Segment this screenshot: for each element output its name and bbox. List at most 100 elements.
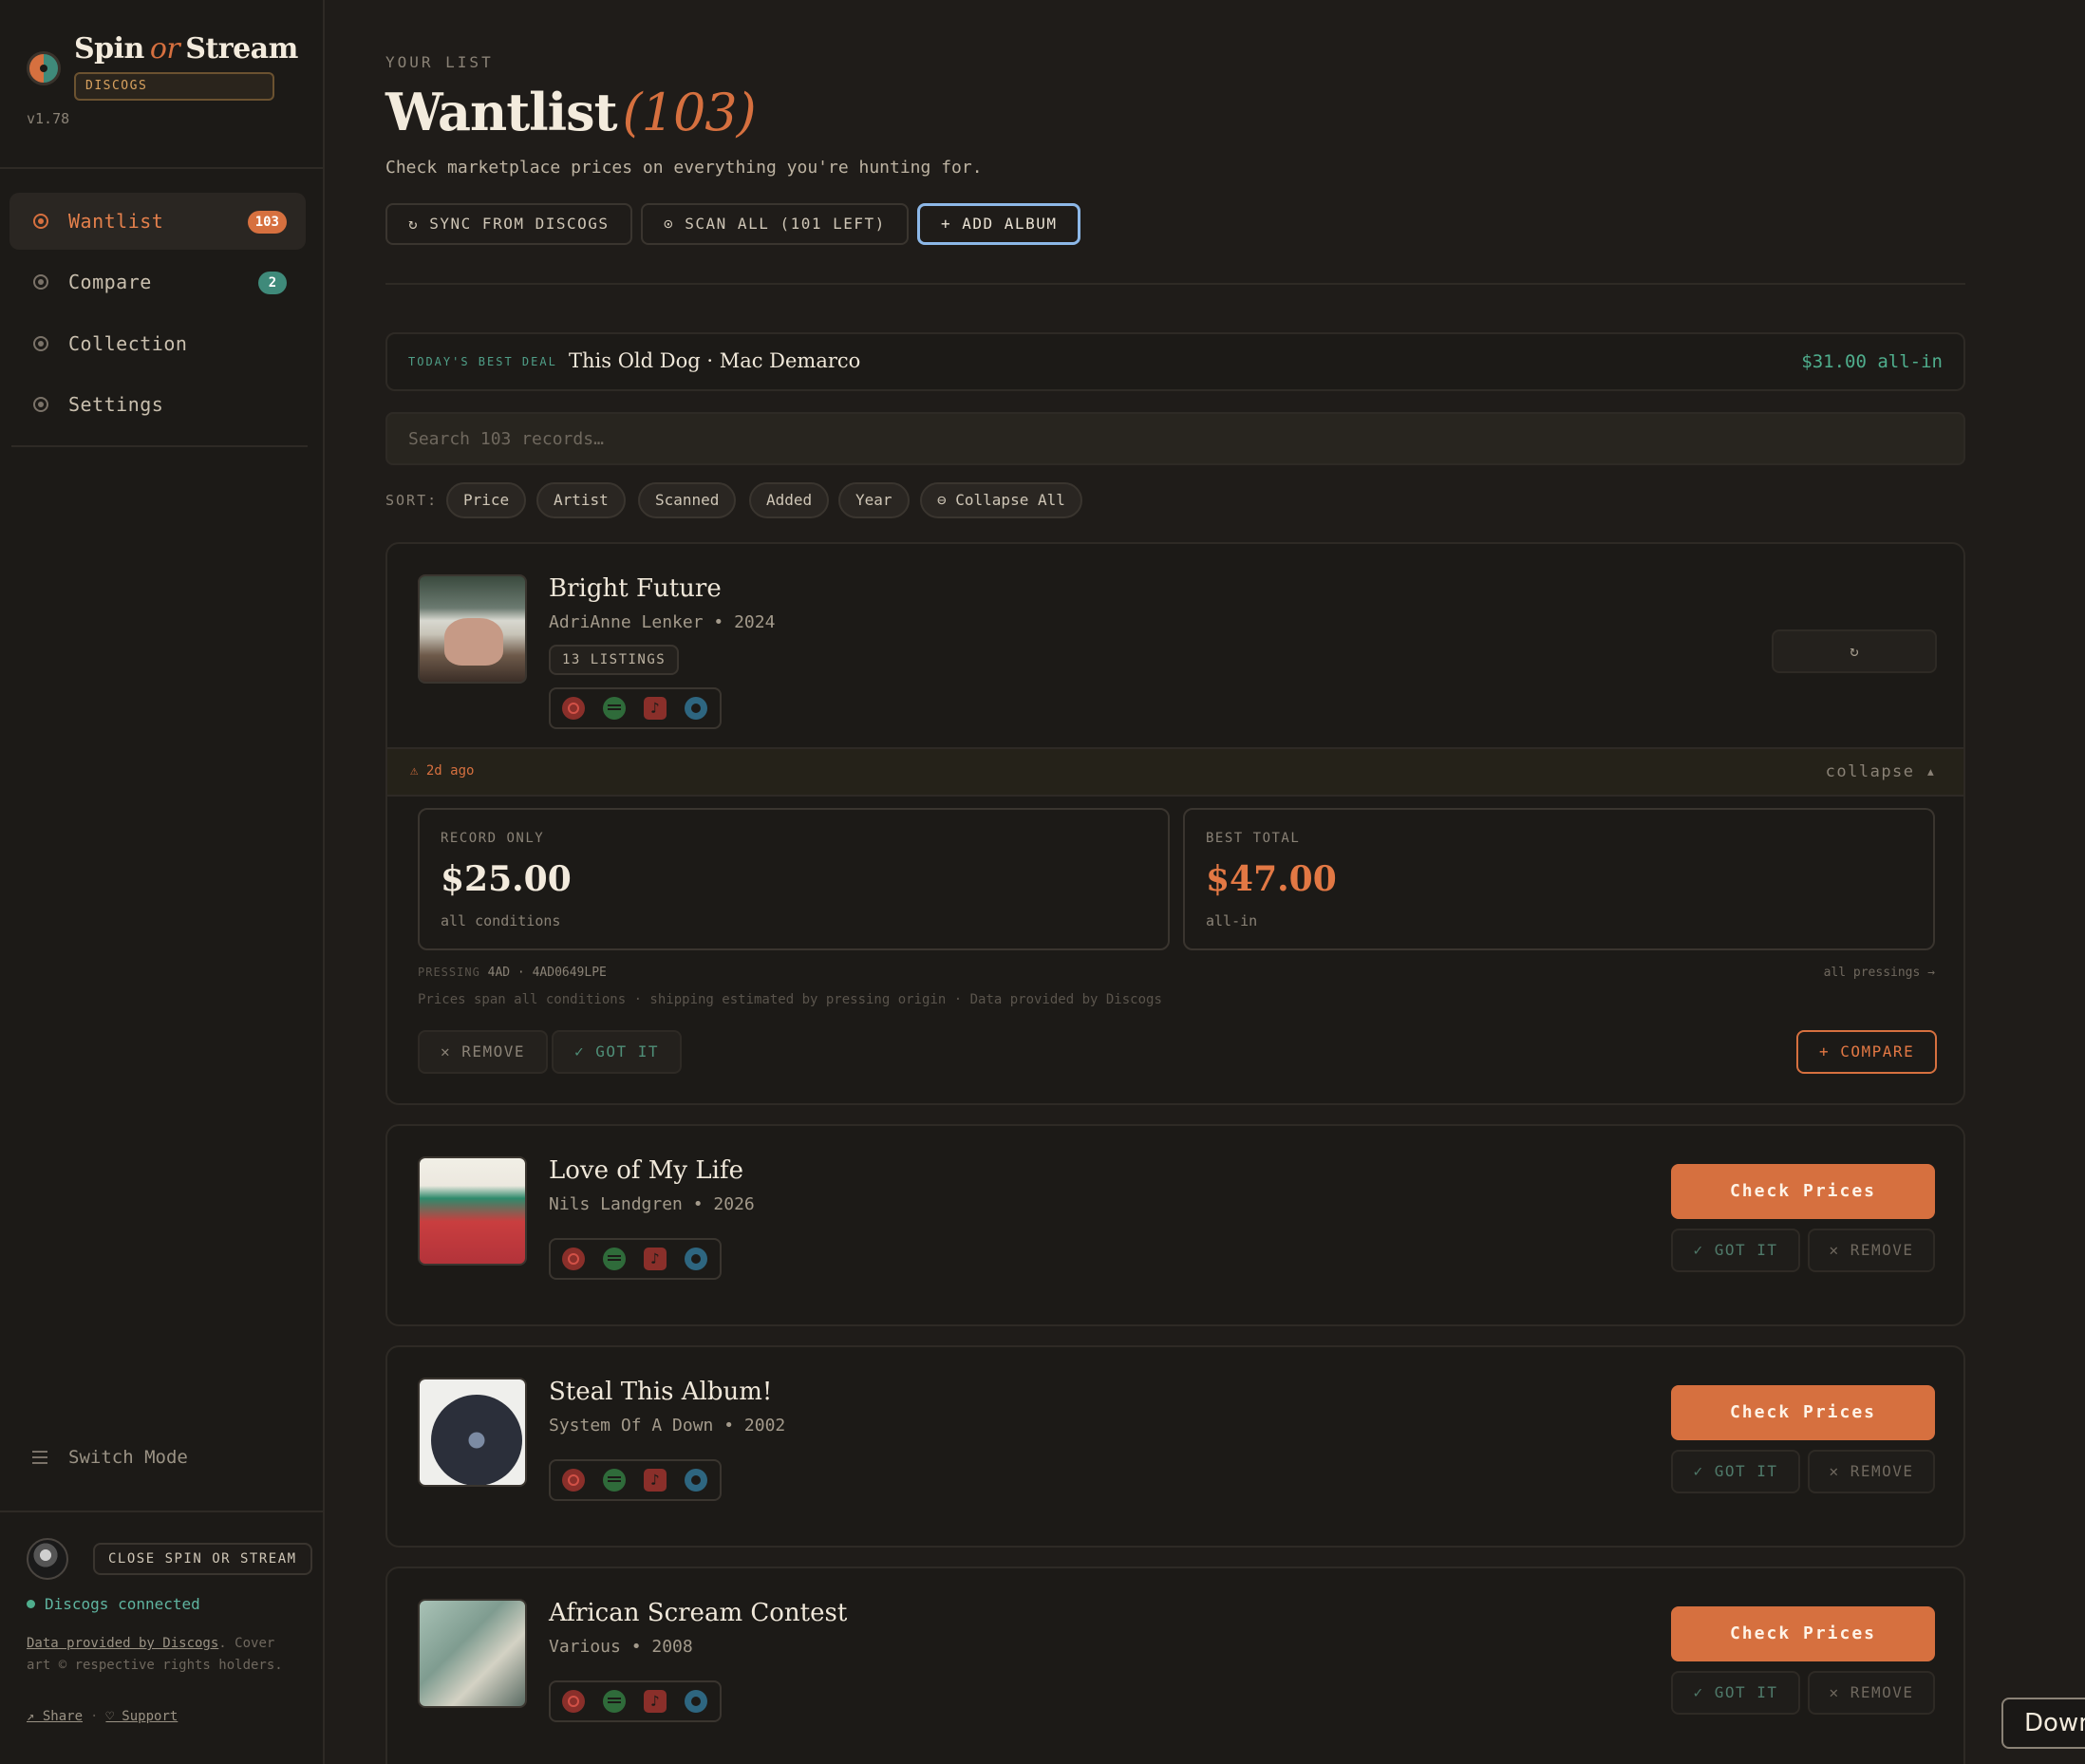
nav-label: Settings [68,393,164,416]
close-app-button[interactable]: CLOSE SPIN OR STREAM [93,1543,312,1575]
collapse-all-chip[interactable]: ⊖ Collapse All [920,482,1082,518]
album-cover[interactable] [418,574,527,684]
gear-icon [33,397,48,412]
listings-badge[interactable]: 13 LISTINGS [549,645,680,675]
check-prices-button[interactable]: Check Prices [1671,1606,1935,1661]
sort-scanned-chip[interactable]: Scanned [638,482,737,518]
got-it-button[interactable]: ✓ GOT IT [1671,1450,1800,1493]
app-title: Spin or Stream [74,32,298,66]
discogs-icon[interactable] [685,1248,707,1270]
record-icon [33,336,48,351]
discogs-icon[interactable] [685,1690,707,1713]
menu-icon [32,1451,47,1464]
nav-label: Compare [68,271,152,293]
discogs-icon[interactable] [685,697,707,720]
album-card: Steal This Album! System Of A Down • 200… [385,1345,1965,1548]
apple-music-icon[interactable] [644,1690,667,1713]
check-prices-button[interactable]: Check Prices [1671,1385,1935,1440]
scan-all-button[interactable]: ⊙ SCAN ALL (101 LEFT) [641,203,909,245]
divider [11,445,308,447]
apple-music-icon[interactable] [644,1248,667,1270]
apple-music-icon[interactable] [644,697,667,720]
sort-artist-chip[interactable]: Artist [536,482,626,518]
refresh-button[interactable]: ↻ [1772,629,1937,673]
album-cover[interactable] [418,1599,527,1708]
status-dot-icon [27,1600,35,1608]
got-it-button[interactable]: ✓ GOT IT [1671,1229,1800,1272]
spotify-icon[interactable] [603,1248,626,1270]
apple-music-icon[interactable] [644,1469,667,1492]
price-sub: all conditions [441,912,561,929]
page-eyebrow: YOUR LIST [385,53,494,71]
album-cover[interactable] [418,1378,527,1487]
deal-tag: TODAY'S BEST DEAL [408,355,557,368]
youtube-icon[interactable] [562,697,585,720]
album-meta: AdriAnne Lenker • 2024 [549,612,776,632]
sort-year-chip[interactable]: Year [838,482,910,518]
page-subtitle: Check marketplace prices on everything y… [385,158,983,178]
credits-text: Data provided by Discogs. Cover art © re… [27,1633,302,1677]
remove-button[interactable]: ✕ REMOVE [1808,1229,1935,1272]
search-input[interactable] [385,412,1965,465]
price-disclaimer: Prices span all conditions · shipping es… [418,992,1162,1007]
got-it-button[interactable]: ✓ GOT IT [1671,1671,1800,1715]
album-card: Bright Future AdriAnne Lenker • 2024 13 … [385,542,1965,1105]
album-cover[interactable] [418,1156,527,1266]
remove-button[interactable]: ✕ REMOVE [1808,1671,1935,1715]
collapse-toggle[interactable]: collapse ▴ [1826,762,1937,781]
nav-item-collection[interactable]: Collection [9,315,306,372]
album-meta: Nils Landgren • 2026 [549,1194,755,1214]
support-link[interactable]: ♡ Support [105,1709,178,1724]
scan-status-bar: ⚠ 2d ago collapse ▴ [387,747,1963,797]
nav-label: Collection [68,332,188,355]
check-prices-button[interactable]: Check Prices [1671,1164,1935,1219]
spotify-icon[interactable] [603,697,626,720]
youtube-icon[interactable] [562,1690,585,1713]
scan-age: ⚠ 2d ago [410,763,475,779]
price-value: $25.00 [441,859,572,899]
nav-label: Wantlist [68,210,164,233]
nav-item-wantlist[interactable]: Wantlist 103 [9,193,306,250]
discogs-credit-link[interactable]: Data provided by Discogs [27,1636,218,1651]
version-label: v1.78 [27,110,70,127]
album-meta: System Of A Down • 2002 [549,1416,786,1436]
switch-mode-label: Switch Mode [68,1447,188,1468]
album-title[interactable]: African Scream Contest [549,1599,847,1627]
divider [385,283,1965,285]
sidebar: Spin or Stream DISCOGS v1.78 Wantlist 103 … [0,0,325,1764]
avatar[interactable] [27,1538,68,1580]
album-meta: Various • 2008 [549,1637,693,1657]
status-label: Discogs connected [45,1595,200,1613]
share-link[interactable]: ↗ Share [27,1709,83,1724]
price-sub: all-in [1206,912,1258,929]
sync-button[interactable]: ↻ SYNC FROM DISCOGS [385,203,632,245]
remove-button[interactable]: ✕ REMOVE [1808,1450,1935,1493]
youtube-icon[interactable] [562,1469,585,1492]
remove-button[interactable]: ✕ REMOVE [418,1030,549,1074]
spotify-icon[interactable] [603,1690,626,1713]
add-album-button[interactable]: + ADD ALBUM [917,203,1081,245]
sort-added-chip[interactable]: Added [749,482,830,518]
album-title[interactable]: Bright Future [549,574,722,603]
target-icon [33,214,48,229]
logo-icon [27,51,61,85]
streaming-links [549,687,722,729]
album-title[interactable]: Steal This Album! [549,1378,772,1406]
spotify-icon[interactable] [603,1469,626,1492]
album-title[interactable]: Love of My Life [549,1156,743,1185]
nav-item-settings[interactable]: Settings [9,376,306,433]
got-it-button[interactable]: ✓ GOT IT [552,1030,683,1074]
all-pressings-link[interactable]: all pressings → [1824,966,1935,980]
youtube-icon[interactable] [562,1248,585,1270]
switch-mode-button[interactable]: Switch Mode [32,1447,188,1468]
sort-label: SORT: [385,492,439,509]
nav-item-compare[interactable]: Compare 2 [9,253,306,310]
divider [0,167,325,169]
download-button[interactable]: Down [2001,1698,2085,1749]
streaming-links [549,1238,722,1280]
sort-price-chip[interactable]: Price [446,482,527,518]
compare-button[interactable]: + COMPARE [1796,1030,1938,1074]
best-deal-banner[interactable]: TODAY'S BEST DEAL This Old Dog · Mac Dem… [385,332,1965,391]
album-card: African Scream Contest Various • 2008 Ch… [385,1567,1965,1764]
discogs-icon[interactable] [685,1469,707,1492]
